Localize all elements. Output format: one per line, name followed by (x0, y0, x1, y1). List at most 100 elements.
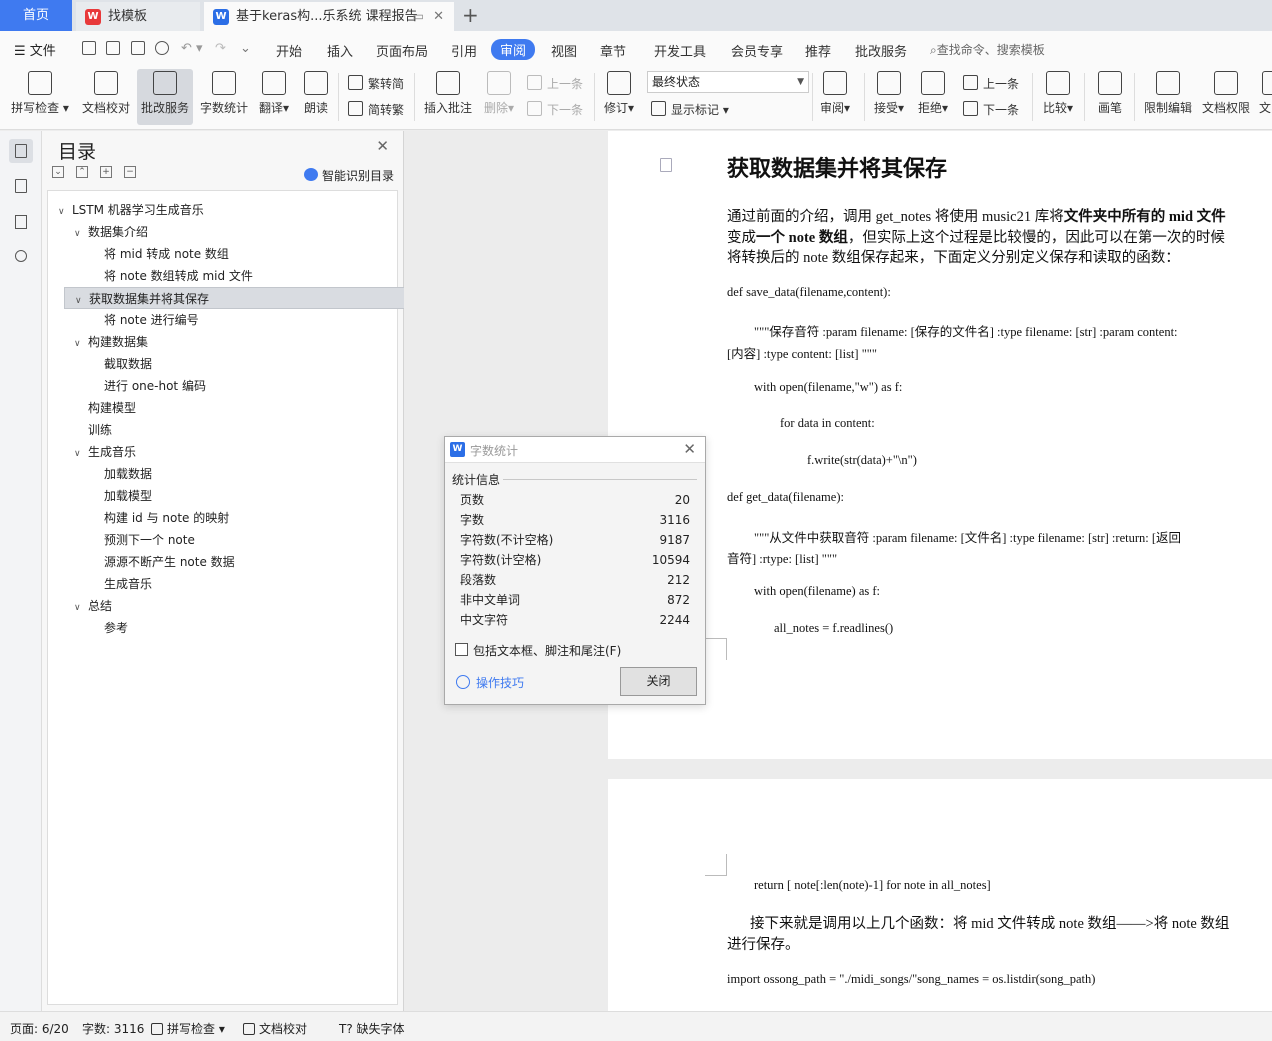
tab-document[interactable]: W 基于keras构...乐系统 课程报告 ▭ ✕ (204, 2, 454, 31)
command-search[interactable]: ⌕查找命令、搜索模板 (930, 41, 1045, 58)
simp-to-trad-button[interactable]: 简转繁 (348, 101, 404, 118)
undo-icon[interactable]: ↶ ▾ (181, 41, 203, 56)
prev-comment-button[interactable]: 上一条 (527, 75, 583, 92)
page-indicator[interactable]: 页面: 6/20 (10, 1020, 69, 1037)
menu-insert[interactable]: 插入 (327, 41, 353, 60)
restrict-edit-button[interactable]: 限制编辑 (1141, 69, 1195, 125)
smart-toc-button[interactable]: 智能识别目录 (303, 167, 394, 184)
toc-item[interactable]: ∨ 获取数据集并将其保存 (64, 287, 406, 309)
remove-heading-icon[interactable]: − (124, 166, 136, 178)
tips-link[interactable]: 操作技巧 (456, 674, 524, 691)
doc-proof-status[interactable]: 文档校对 (243, 1020, 307, 1037)
pen-button[interactable]: 画笔 (1092, 69, 1128, 125)
page-options-icon[interactable] (660, 158, 672, 172)
dialog-titlebar[interactable]: W 字数统计 ✕ (445, 437, 705, 463)
translate-button[interactable]: 翻译▾ (256, 69, 292, 125)
search-icon[interactable] (9, 245, 33, 269)
delete-comment-button[interactable]: 删除▾ (480, 69, 518, 125)
more-quick-icon[interactable]: ⌄ (240, 41, 251, 56)
close-icon[interactable]: ✕ (683, 440, 696, 458)
new-tab-plus-icon[interactable]: + (462, 2, 479, 28)
toc-item[interactable]: 构建模型 (48, 397, 397, 419)
chevron-down-icon[interactable]: ∨ (74, 597, 88, 619)
tab-close-icon[interactable]: ✕ (433, 2, 444, 31)
export-pdf-icon[interactable] (106, 41, 120, 55)
menu-view[interactable]: 视图 (551, 41, 577, 60)
read-aloud-button[interactable]: 朗读 (300, 69, 332, 125)
toc-item[interactable]: 将 note 进行编号 (48, 309, 397, 331)
bookmark-icon[interactable] (9, 210, 33, 234)
chevron-down-icon[interactable]: ∨ (74, 443, 88, 465)
close-icon[interactable]: ✕ (376, 137, 389, 155)
revise-button[interactable]: 修订▾ (600, 69, 638, 125)
menu-references[interactable]: 引用 (451, 41, 477, 60)
doc-permission-button[interactable]: 文档权限 (1200, 69, 1252, 125)
toc-item[interactable]: ∨ 总结 (48, 595, 397, 617)
compare-button[interactable]: 比较▾ (1039, 69, 1077, 125)
review-pane-button[interactable]: 审阅▾ (816, 69, 854, 125)
correct-service-button[interactable]: 批改服务 (137, 69, 193, 125)
redo-icon[interactable]: ↷ (215, 41, 226, 56)
doc-proof-button[interactable]: 文档校对 (78, 69, 134, 125)
toc-panel-icon[interactable] (9, 139, 33, 163)
collapse-all-icon[interactable]: ⌃ (76, 166, 88, 178)
tab-home[interactable]: 首页 (0, 0, 72, 31)
menu-correct-service[interactable]: 批改服务 (855, 41, 907, 60)
reject-button[interactable]: 拒绝▾ (914, 69, 952, 125)
menu-layout[interactable]: 页面布局 (376, 41, 428, 60)
spell-check-status[interactable]: 拼写检查 ▾ (151, 1020, 225, 1037)
toc-item[interactable]: 生成音乐 (48, 573, 397, 595)
trad-to-simp-button[interactable]: 繁转简 (348, 75, 404, 92)
toc-item[interactable]: ∨ 生成音乐 (48, 441, 397, 463)
print-icon[interactable] (131, 41, 145, 55)
accept-button[interactable]: 接受▾ (870, 69, 908, 125)
word-count-button[interactable]: 字数统计 (197, 69, 251, 125)
toc-item[interactable]: ∨ LSTM 机器学习生成音乐 (48, 199, 397, 221)
add-heading-icon[interactable]: + (100, 166, 112, 178)
menu-member[interactable]: 会员专享 (731, 41, 783, 60)
translate-label: 翻译 (258, 101, 283, 115)
print-preview-icon[interactable] (155, 41, 169, 55)
toc-item[interactable]: 加载模型 (48, 485, 397, 507)
save-icon[interactable] (82, 41, 96, 55)
menu-review[interactable]: 审阅 (491, 39, 536, 60)
toc-item[interactable]: ∨ 构建数据集 (48, 331, 397, 353)
insert-comment-button[interactable]: 插入批注 (421, 69, 475, 125)
markup-status-select[interactable]: 最终状态 ▼ (647, 71, 809, 93)
word-count-dialog: W 字数统计 ✕ 统计信息 页数 20 字数 3116 字符数(不计空格) 9187 字符数… (444, 436, 706, 705)
close-button[interactable]: 关闭 (620, 667, 697, 696)
toc-item[interactable]: 进行 one-hot 编码 (48, 375, 397, 397)
menu-dev-tools[interactable]: 开发工具 (654, 41, 706, 60)
toc-item[interactable]: 构建 id 与 note 的映射 (48, 507, 397, 529)
spell-check-button[interactable]: 拼写检查 ▾ (10, 69, 70, 125)
chapter-nav-icon[interactable] (9, 174, 33, 198)
file-menu[interactable]: ☰ 文件 (14, 40, 56, 59)
toc-item[interactable]: ∨ 数据集介绍 (48, 221, 397, 243)
next-change-button[interactable]: 下一条 (963, 101, 1019, 118)
prev-change-button[interactable]: 上一条 (963, 75, 1019, 92)
toc-item[interactable]: 将 note 数组转成 mid 文件 (48, 265, 397, 287)
tab-templates[interactable]: W 找模板 (76, 2, 200, 31)
toc-item[interactable]: 训练 (48, 419, 397, 441)
show-markup-button[interactable]: 显示标记 ▾ (651, 101, 729, 118)
chevron-down-icon[interactable]: ∨ (74, 223, 88, 245)
next-comment-button[interactable]: 下一条 (527, 101, 583, 118)
word-count-indicator[interactable]: 字数: 3116 (82, 1020, 144, 1037)
missing-font-status[interactable]: T? 缺失字体 (339, 1020, 405, 1037)
toc-item[interactable]: 预测下一个 note (48, 529, 397, 551)
menu-chapter[interactable]: 章节 (600, 41, 626, 60)
toc-item[interactable]: 源源不断产生 note 数据 (48, 551, 397, 573)
toc-item[interactable]: 截取数据 (48, 353, 397, 375)
chevron-down-icon[interactable]: ∨ (74, 333, 88, 355)
chevron-down-icon[interactable]: ∨ (58, 201, 72, 223)
toc-item[interactable]: 将 mid 转成 note 数组 (48, 243, 397, 265)
include-footnotes-checkbox[interactable] (455, 643, 468, 656)
toc-item-label: 截取数据 (104, 357, 153, 371)
menu-recommend[interactable]: 推荐 (805, 41, 831, 60)
menu-start[interactable]: 开始 (276, 41, 302, 60)
toc-item[interactable]: 加载数据 (48, 463, 397, 485)
toc-item[interactable]: 参考 (48, 617, 397, 639)
cut-off-button[interactable]: 文 (1258, 69, 1272, 125)
tab-restore-icon[interactable]: ▭ (413, 2, 424, 31)
expand-all-icon[interactable]: ⌄ (52, 166, 64, 178)
